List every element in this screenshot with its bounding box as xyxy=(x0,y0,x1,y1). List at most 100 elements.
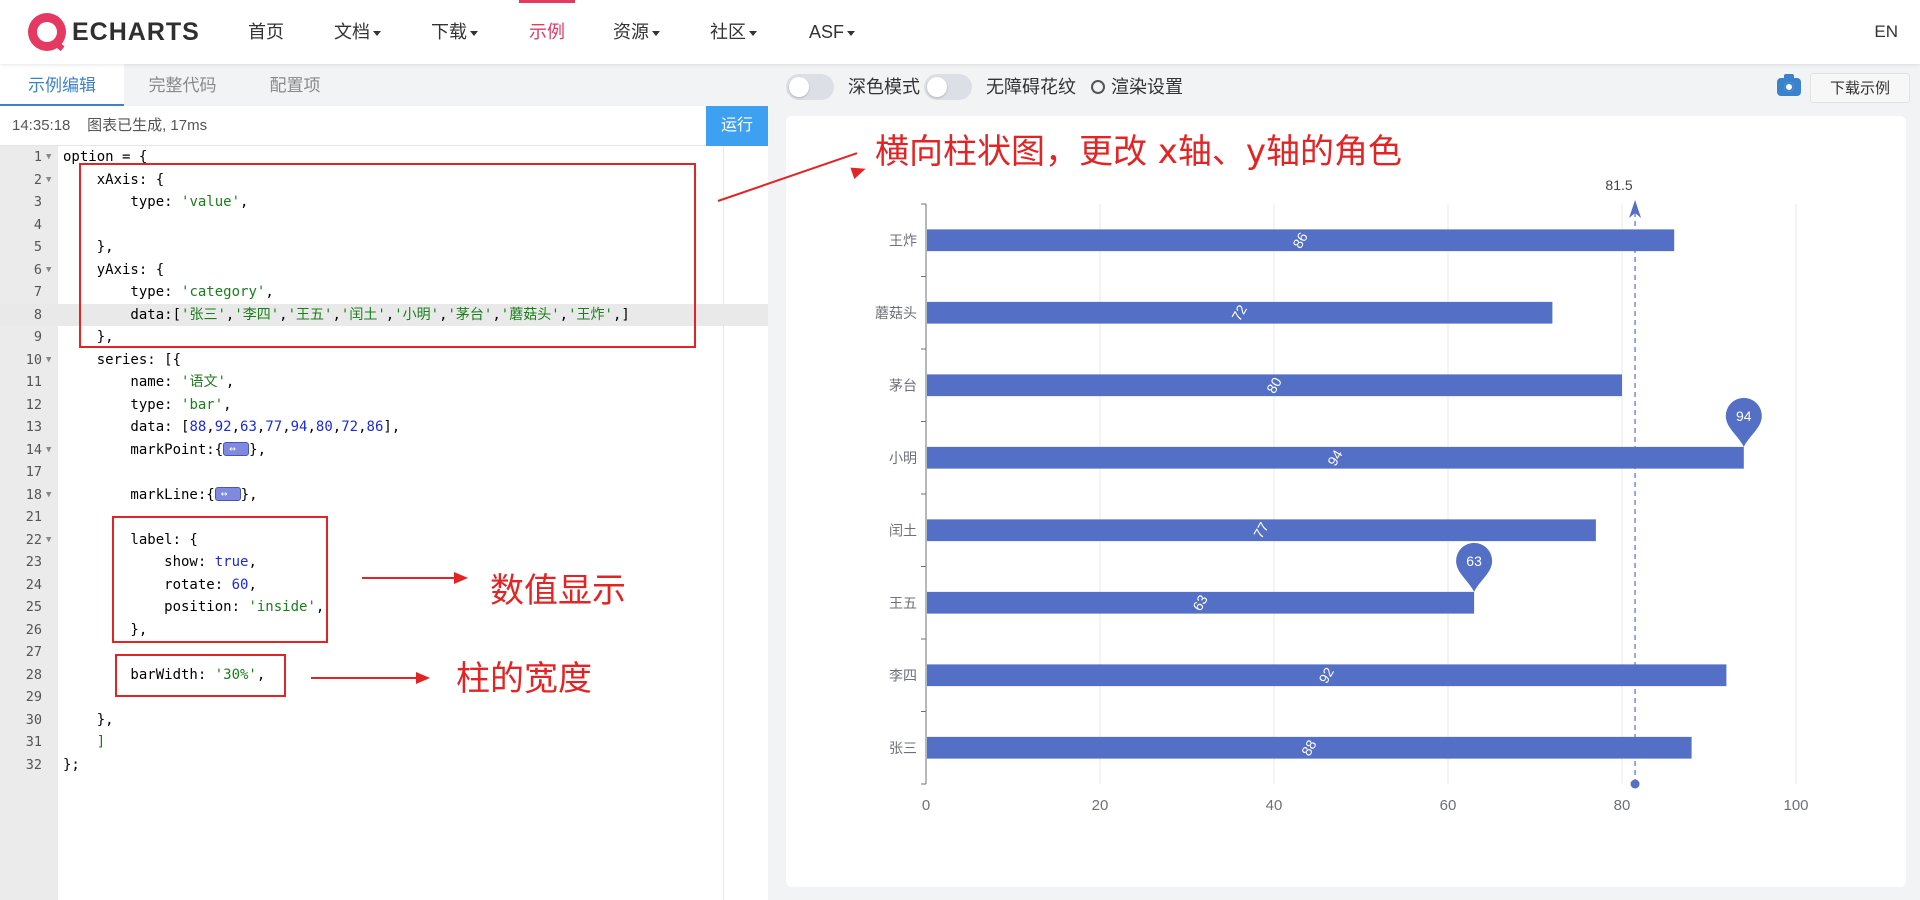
nav-item-5[interactable]: 社区 xyxy=(710,0,757,64)
nav-item-label: 示例 xyxy=(529,22,565,42)
code-line[interactable]: 10 ▼ series: [{ xyxy=(0,349,768,372)
mark-line-dot xyxy=(1630,779,1640,789)
run-button[interactable]: 运行 xyxy=(706,106,768,146)
code-line[interactable]: 12 type: 'bar', xyxy=(0,394,768,417)
line-number: 8 xyxy=(33,306,42,323)
fold-arrow-icon[interactable]: ▼ xyxy=(46,439,51,462)
code-token: , xyxy=(358,419,367,435)
mark-point-label: 63 xyxy=(1466,553,1482,569)
line-number: 17 xyxy=(25,464,42,480)
code-token: , xyxy=(223,396,232,413)
status-message: 图表已生成, 17ms xyxy=(87,117,208,134)
code-text: name: '语文', xyxy=(63,371,234,394)
code-token: ] xyxy=(96,734,106,750)
nav-item-0[interactable]: 首页 xyxy=(248,0,284,64)
code-text: markPoint:{}, xyxy=(63,438,267,462)
code-line[interactable]: 32}; xyxy=(0,754,768,777)
line-number: 14 xyxy=(25,441,42,458)
fold-arrow-icon[interactable]: ▼ xyxy=(46,484,51,507)
code-token: 77 xyxy=(265,419,283,435)
code-line[interactable]: 14▼ markPoint:{}, xyxy=(0,438,768,462)
code-token: data: [ xyxy=(63,419,190,435)
code-token: , xyxy=(206,419,215,435)
width-annotation: 柱的宽度 xyxy=(456,659,592,699)
code-text: data: [88,92,63,77,94,80,72,86], xyxy=(63,416,400,439)
code-token: 94 xyxy=(290,419,308,435)
camera-icon[interactable] xyxy=(1777,74,1801,96)
code-line[interactable]: 13 data: [88,92,63,77,94,80,72,86], xyxy=(0,416,768,439)
editor-tab-0[interactable]: 示例编辑 xyxy=(0,64,124,106)
code-token: }; xyxy=(63,756,80,773)
folded-code-icon[interactable] xyxy=(214,483,241,505)
x-tick-label: 20 xyxy=(1092,797,1109,814)
decal-toggle[interactable] xyxy=(924,74,972,100)
fold-arrow-icon[interactable]: ▼ xyxy=(46,349,51,372)
editor-tab-2[interactable]: 配置项 xyxy=(241,64,349,106)
code-token: }, xyxy=(63,711,114,728)
fold-arrow-icon[interactable]: ▼ xyxy=(46,259,51,282)
nav-item-6[interactable]: ASF xyxy=(809,0,856,64)
nav-item-label: 社区 xyxy=(710,22,746,42)
code-token: }, xyxy=(240,486,258,503)
nav-item-1[interactable]: 文档 xyxy=(334,0,381,64)
y-category-label: 闰土 xyxy=(889,523,917,539)
folded-code-icon[interactable] xyxy=(223,438,250,460)
label-annotation: 数值显示 xyxy=(490,571,626,611)
decal-label: 无障碍花纹 xyxy=(986,77,1076,97)
code-line[interactable]: 30 }, xyxy=(0,709,768,732)
line-number: 21 xyxy=(25,509,42,525)
barwidth-highlight-box xyxy=(115,654,286,697)
y-category-label: 张三 xyxy=(889,741,917,757)
chevron-down-icon xyxy=(373,30,381,36)
line-number: 27 xyxy=(25,644,42,660)
line-number: 7 xyxy=(33,284,42,300)
line-number: 26 xyxy=(25,621,42,638)
line-number: 10 xyxy=(25,351,42,368)
code-token: name: xyxy=(63,374,182,390)
line-number: 18 xyxy=(25,486,42,503)
line-number: 1 xyxy=(33,149,42,165)
line-number: 2 xyxy=(33,171,42,188)
line-number: 25 xyxy=(25,599,42,615)
y-category-label: 王炸 xyxy=(889,233,917,249)
chart-card: 0 20 40 60 80 100 张三 李四 王五 闰土 小明 茅台 蘑菇头 王炸 88 92 63 77 94 8… xyxy=(786,116,1906,887)
code-line[interactable]: 31 ] xyxy=(0,731,768,754)
label-arrow-head xyxy=(454,572,468,584)
editor-tab-1[interactable]: 完整代码 xyxy=(124,64,241,106)
nav-item-3[interactable]: 示例 xyxy=(519,0,575,64)
fold-arrow-icon[interactable]: ▼ xyxy=(46,529,51,552)
fold-arrow-icon[interactable]: ▼ xyxy=(46,146,51,169)
code-line[interactable]: 17 xyxy=(0,461,768,484)
y-category-label: 蘑菇头 xyxy=(875,306,917,322)
echarts-logo-icon xyxy=(28,13,66,51)
code-text: }; xyxy=(63,754,80,777)
code-line[interactable]: 11 name: '语文', xyxy=(0,371,768,394)
line-number: 30 xyxy=(25,711,42,728)
label-arrow xyxy=(362,577,462,579)
echarts-logo[interactable]: ECHARTS xyxy=(28,13,200,51)
render-settings-button[interactable]: 渲染设置 xyxy=(1091,74,1183,100)
code-token: , xyxy=(307,419,316,435)
dark-mode-label: 深色模式 xyxy=(848,77,920,97)
code-token: 72 xyxy=(341,419,359,435)
nav-item-4[interactable]: 资源 xyxy=(613,0,660,64)
fold-arrow-icon[interactable]: ▼ xyxy=(46,169,51,192)
download-example-button[interactable]: 下载示例 xyxy=(1810,73,1910,103)
language-switch[interactable]: EN xyxy=(1874,0,1898,64)
x-tick-label: 100 xyxy=(1783,797,1808,814)
line-number: 23 xyxy=(25,554,42,570)
line-number: 3 xyxy=(33,194,42,210)
code-token: }, xyxy=(249,441,267,458)
code-token: '语文' xyxy=(181,374,226,390)
line-number: 6 xyxy=(33,261,42,278)
code-line[interactable]: 18▼ markLine:{}, xyxy=(0,483,768,507)
status-text: 14:35:18 图表已生成, 17ms xyxy=(12,106,207,146)
code-token: ], xyxy=(383,419,401,435)
axes-highlight-box xyxy=(79,163,696,348)
line-number: 13 xyxy=(25,419,42,435)
dark-mode-toggle[interactable] xyxy=(786,74,834,100)
code-text: ] xyxy=(63,731,105,754)
axes-annotation: 横向柱状图，更改 x轴、y轴的角色 xyxy=(875,132,1403,172)
nav-item-2[interactable]: 下载 xyxy=(431,0,478,64)
code-token: 92 xyxy=(214,419,232,435)
